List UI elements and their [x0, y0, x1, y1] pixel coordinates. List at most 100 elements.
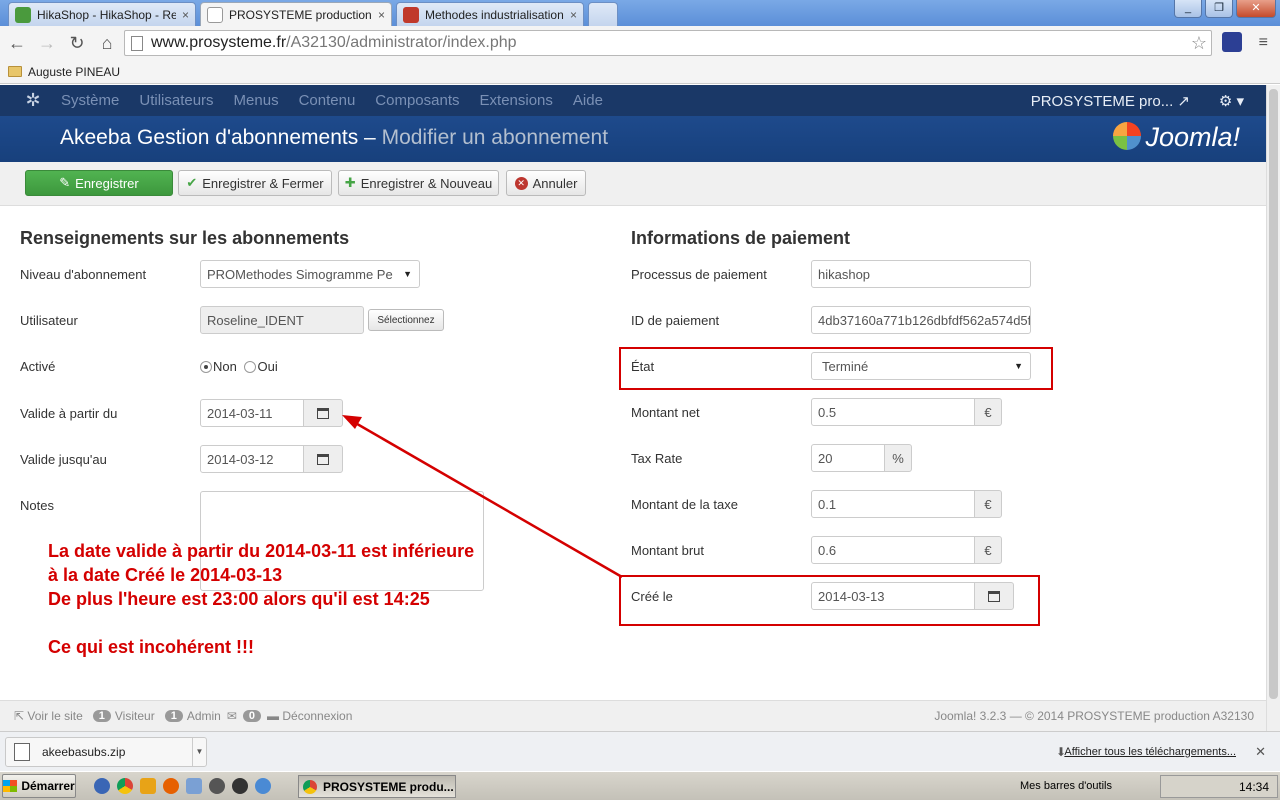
- address-bar[interactable]: www.prosysteme.fr/A32130/administrator/i…: [124, 30, 1212, 56]
- clock: 14:34: [1238, 779, 1269, 794]
- menu-utilisateurs[interactable]: Utilisateurs: [139, 92, 213, 109]
- quicklaunch-browser-icon[interactable]: [255, 778, 271, 794]
- forward-arrow-icon[interactable]: →: [34, 30, 60, 56]
- chevron-down-icon[interactable]: ▼: [192, 737, 206, 766]
- close-icon[interactable]: ✕: [1255, 744, 1266, 760]
- quicklaunch-media-icon[interactable]: [232, 778, 248, 794]
- action-toolbar: ✎ Enregistrer ✔ Enregistrer & Fermer ✚ Enre…: [0, 162, 1266, 206]
- minimize-icon[interactable]: _: [1174, 0, 1202, 18]
- quicklaunch-tool-icon[interactable]: [209, 778, 225, 794]
- scrollbar-thumb[interactable]: [1269, 89, 1278, 699]
- joomla-mark-icon: [1113, 122, 1142, 150]
- bookmark-star-icon[interactable]: ☆: [1191, 33, 1207, 54]
- tab-prosysteme[interactable]: PROSYSTEME production A ×: [200, 2, 392, 27]
- annotation-line: La date valide à partir du 2014-03-11 es…: [48, 541, 475, 561]
- menu-systeme[interactable]: Système: [61, 92, 119, 109]
- zip-file-icon: [14, 742, 30, 761]
- menu-composants[interactable]: Composants: [375, 92, 459, 109]
- browser-tab-bar: HikaShop - HikaShop - Reply × PROSYSTEME…: [0, 0, 1280, 27]
- site-link[interactable]: PROSYSTEME pro... ↗: [1031, 92, 1190, 110]
- messages-badge[interactable]: 0: [242, 710, 262, 722]
- extension-icon[interactable]: [1222, 32, 1242, 52]
- component-title: Akeeba Gestion d'abonnements –: [60, 126, 376, 149]
- download-filename: akeebasubs.zip: [42, 744, 126, 759]
- visitors-label: Visiteur: [114, 709, 155, 723]
- save-close-label: Enregistrer & Fermer: [202, 175, 324, 191]
- visitors-badge: 1: [92, 710, 111, 722]
- logout-link[interactable]: ▬ Déconnexion: [267, 709, 352, 723]
- tab-close-icon[interactable]: ×: [182, 8, 189, 22]
- chrome-menu-icon[interactable]: ≡: [1259, 34, 1268, 52]
- tab-title: Methodes industrialisation, A: [425, 7, 564, 22]
- save-button[interactable]: ✎ Enregistrer: [25, 170, 173, 196]
- bookmark-auguste[interactable]: Auguste PINEAU: [28, 65, 120, 79]
- close-window-icon[interactable]: ✕: [1236, 0, 1276, 18]
- annotation-text: La date valide à partir du 2014-03-11 es…: [48, 539, 474, 659]
- download-item[interactable]: akeebasubs.zip ▼: [5, 736, 207, 767]
- menu-aide[interactable]: Aide: [573, 92, 603, 109]
- reload-icon[interactable]: ↻: [64, 30, 90, 56]
- page-favicon-icon: [207, 7, 223, 23]
- menu-menus[interactable]: Menus: [234, 92, 279, 109]
- page-header: Akeeba Gestion d'abonnements – Modifier …: [0, 116, 1266, 162]
- annotation-line: Ce qui est incohérent !!!: [48, 637, 255, 657]
- admins-label: Admin: [186, 709, 221, 723]
- copyright: Joomla! 3.2.3 — © 2014 PROSYSTEME produc…: [934, 709, 1254, 723]
- tab-title: HikaShop - HikaShop - Reply: [37, 7, 176, 22]
- start-button[interactable]: Démarrer: [2, 774, 76, 798]
- external-link-icon: ⇱: [14, 709, 25, 723]
- windows-logo-icon: [3, 780, 18, 792]
- toolbars-label[interactable]: Mes barres d'outils: [1020, 780, 1112, 792]
- quicklaunch-ie-icon[interactable]: [94, 778, 110, 794]
- joomla-admin-menu: ✲ Système Utilisateurs Menus Contenu Com…: [0, 85, 1266, 116]
- menu-extensions[interactable]: Extensions: [480, 92, 553, 109]
- external-link-icon: ↗: [1177, 92, 1190, 110]
- status-footer: ⇱ Voir le site 1 Visiteur 1 Admin ✉ 0 ▬ Dé…: [0, 700, 1266, 731]
- envelope-icon: ✉: [226, 709, 237, 723]
- start-label: Démarrer: [21, 779, 75, 793]
- save-close-button[interactable]: ✔ Enregistrer & Fermer: [178, 170, 332, 196]
- joomla-logo-icon[interactable]: ✲: [23, 90, 43, 111]
- arrow-head: [342, 415, 362, 429]
- system-tray: 14:34: [1160, 775, 1278, 798]
- quicklaunch-firefox-icon[interactable]: [163, 778, 179, 794]
- view-site-link[interactable]: ⇱ Voir le site: [14, 709, 83, 723]
- logout-label: Déconnexion: [282, 709, 353, 723]
- annotation-line: De plus l'heure est 23:00 alors qu'il es…: [48, 589, 430, 609]
- os-taskbar: Démarrer PROSYSTEME produ... Mes barres …: [0, 771, 1280, 800]
- browser-toolbar: ← → ↻ ⌂ www.prosysteme.fr/A32130/adminis…: [0, 26, 1280, 60]
- quicklaunch-app-icon[interactable]: [186, 778, 202, 794]
- page-title: Akeeba Gestion d'abonnements – Modifier …: [60, 126, 608, 150]
- cancel-button[interactable]: ✕ Annuler: [506, 170, 586, 196]
- tab-close-icon[interactable]: ×: [570, 8, 577, 22]
- tab-close-icon[interactable]: ×: [378, 8, 385, 22]
- downloads-bar: akeebasubs.zip ▼ ⬇ Afficher tous les tél…: [0, 731, 1280, 771]
- edit-form: Renseignements sur les abonnements Nivea…: [0, 207, 1266, 699]
- window-controls: _ ❐ ✕: [1171, 0, 1276, 18]
- admins-badge: 1: [164, 710, 183, 722]
- page-icon: [131, 35, 143, 51]
- back-arrow-icon[interactable]: ←: [4, 30, 30, 56]
- quicklaunch-chrome-icon[interactable]: [117, 778, 133, 794]
- taskbar-window-chrome[interactable]: PROSYSTEME produ...: [298, 775, 456, 798]
- taskbar-window-label: PROSYSTEME produ...: [323, 779, 454, 794]
- view-site-label: Voir le site: [27, 709, 83, 723]
- methodes-favicon-icon: [403, 6, 419, 23]
- cancel-label: Annuler: [532, 175, 578, 191]
- tab-methodes[interactable]: Methodes industrialisation, A ×: [396, 2, 584, 26]
- quicklaunch-outlook-icon[interactable]: [140, 778, 156, 794]
- home-icon[interactable]: ⌂: [94, 30, 120, 56]
- menu-contenu[interactable]: Contenu: [299, 92, 356, 109]
- page-scrollbar[interactable]: [1266, 85, 1280, 731]
- joomla-brand: Joomla!: [1113, 122, 1240, 153]
- new-tab-button[interactable]: [588, 2, 618, 26]
- maximize-icon[interactable]: ❐: [1205, 0, 1233, 18]
- gear-icon[interactable]: ⚙ ▾: [1219, 92, 1244, 110]
- folder-icon: [8, 66, 22, 77]
- show-all-downloads-link[interactable]: Afficher tous les téléchargements...: [1064, 746, 1236, 758]
- url-path: /A32130/administrator/index.php: [286, 34, 517, 51]
- tab-hikashop[interactable]: HikaShop - HikaShop - Reply ×: [8, 2, 196, 26]
- save-new-button[interactable]: ✚ Enregistrer & Nouveau: [338, 170, 499, 196]
- chrome-icon: [303, 779, 317, 794]
- cancel-icon: ✕: [514, 176, 528, 190]
